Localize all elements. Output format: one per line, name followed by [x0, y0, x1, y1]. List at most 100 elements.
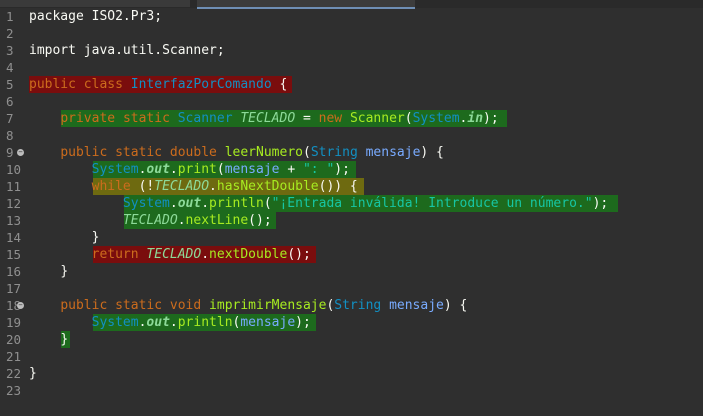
line-number: 4 — [6, 60, 14, 75]
code-area[interactable]: package ISO2.Pr3; import java.util.Scanne… — [29, 8, 703, 399]
code-token: java.util.Scanner; — [83, 43, 225, 58]
code-token: System — [91, 162, 139, 177]
code-token: System — [122, 196, 170, 211]
code-token: } — [29, 366, 37, 381]
code-token: public — [60, 145, 116, 160]
line-number: 8 — [6, 128, 14, 143]
line-number-gutter: 1 2 3 4 5 6 7 8 9−10 11 12 13 14 15 16 17 18−19 20 21 22 23 — [0, 8, 26, 416]
line-number: 2 — [6, 26, 14, 41]
code-token: . — [169, 162, 178, 177]
code-token: . — [169, 196, 178, 211]
code-token: System — [412, 111, 460, 126]
code-token: . — [169, 315, 178, 330]
code-token: ( — [302, 145, 311, 160]
code-token: = — [295, 111, 319, 126]
code-token: "¡Entrada inválida! Introduce un número.… — [271, 196, 593, 211]
code-line[interactable]: } — [29, 331, 703, 348]
code-line[interactable]: System.out.print(mensaje + ": "); — [29, 161, 703, 178]
code-token: double — [169, 145, 225, 160]
code-token: out — [146, 162, 170, 177]
code-token: import — [29, 43, 84, 58]
code-line[interactable] — [29, 127, 703, 144]
editor-tab[interactable] — [0, 0, 190, 7]
code-token: static — [115, 298, 170, 313]
code-line[interactable]: } — [29, 229, 703, 246]
code-token: ) { — [420, 145, 444, 160]
code-token: public — [29, 77, 84, 92]
code-token: static — [115, 145, 170, 160]
code-line[interactable]: } — [29, 263, 703, 280]
code-token: println — [177, 315, 233, 330]
code-token: nextLine — [185, 213, 249, 228]
code-line[interactable] — [29, 93, 703, 110]
code-line[interactable]: public static void imprimirMensaje(Strin… — [29, 297, 703, 314]
code-line[interactable]: public static double leerNumero(String m… — [29, 144, 703, 161]
code-token: hasNextDouble — [216, 179, 319, 194]
code-line[interactable]: return TECLADO.nextDouble(); — [29, 246, 703, 263]
code-line[interactable]: TECLADO.nextLine(); — [29, 212, 703, 229]
code-token: mensaje — [389, 298, 444, 313]
code-line[interactable]: while (!TECLADO.hasNextDouble()) { — [29, 178, 703, 195]
line-number: 11 — [6, 179, 22, 194]
code-token: ISO2.Pr3; — [91, 9, 163, 24]
code-token: private — [60, 111, 123, 126]
line-number: 20 — [6, 332, 22, 347]
code-token: return — [91, 247, 147, 262]
code-token: String — [334, 298, 390, 313]
line-number: 3 — [6, 43, 14, 58]
code-token: TECLADO — [122, 213, 178, 228]
code-token: static — [122, 111, 178, 126]
line-number: 6 — [6, 94, 14, 109]
line-number: 14 — [6, 230, 22, 245]
code-token: ": " — [302, 162, 335, 177]
code-line[interactable] — [29, 59, 703, 76]
code-token: } — [60, 264, 69, 279]
code-line[interactable]: public class InterfazPorComando { — [29, 76, 703, 93]
code-token: imprimirMensaje — [209, 298, 327, 313]
code-token: leerNumero — [224, 145, 303, 160]
code-token: mensaje — [224, 162, 280, 177]
code-line[interactable]: System.out.println(mensaje); — [29, 314, 703, 331]
code-token: class — [83, 77, 131, 92]
editor-tab-strip — [0, 0, 703, 9]
code-token: ()) { — [318, 179, 358, 194]
fold-toggle-icon[interactable]: − — [17, 302, 24, 309]
line-number: 22 — [6, 366, 22, 381]
line-number: 23 — [6, 383, 22, 398]
code-line[interactable]: } — [29, 365, 703, 382]
code-token: out — [177, 196, 202, 211]
line-number: 7 — [6, 111, 14, 126]
code-token: String — [310, 145, 366, 160]
line-number: 21 — [6, 349, 22, 364]
code-editor[interactable]: 1 2 3 4 5 6 7 8 9−10 11 12 13 14 15 16 17 18−19 20 21 22 23 … — [0, 0, 703, 416]
code-line[interactable] — [29, 25, 703, 42]
code-token: System — [91, 315, 139, 330]
line-number: 1 — [6, 9, 14, 24]
code-token: mensaje — [240, 315, 296, 330]
line-number: 12 — [6, 196, 22, 211]
code-line[interactable] — [29, 280, 703, 297]
code-line[interactable]: private static Scanner TECLADO = new Sca… — [29, 110, 703, 127]
code-token: (); — [248, 213, 272, 228]
code-token: (); — [287, 247, 311, 262]
code-line[interactable] — [29, 348, 703, 365]
line-number: 17 — [6, 281, 22, 296]
code-line[interactable]: System.out.println("¡Entrada inválida! I… — [29, 195, 703, 212]
code-token: out — [146, 315, 170, 330]
code-token: void — [169, 298, 210, 313]
code-line[interactable]: package ISO2.Pr3; — [29, 8, 703, 25]
fold-toggle-icon[interactable]: − — [17, 149, 24, 156]
code-token: public — [60, 298, 116, 313]
code-line[interactable]: import java.util.Scanner; — [29, 42, 703, 59]
code-token: InterfazPorComando — [130, 77, 280, 92]
code-token: Scanner — [349, 111, 405, 126]
code-line[interactable] — [29, 382, 703, 399]
